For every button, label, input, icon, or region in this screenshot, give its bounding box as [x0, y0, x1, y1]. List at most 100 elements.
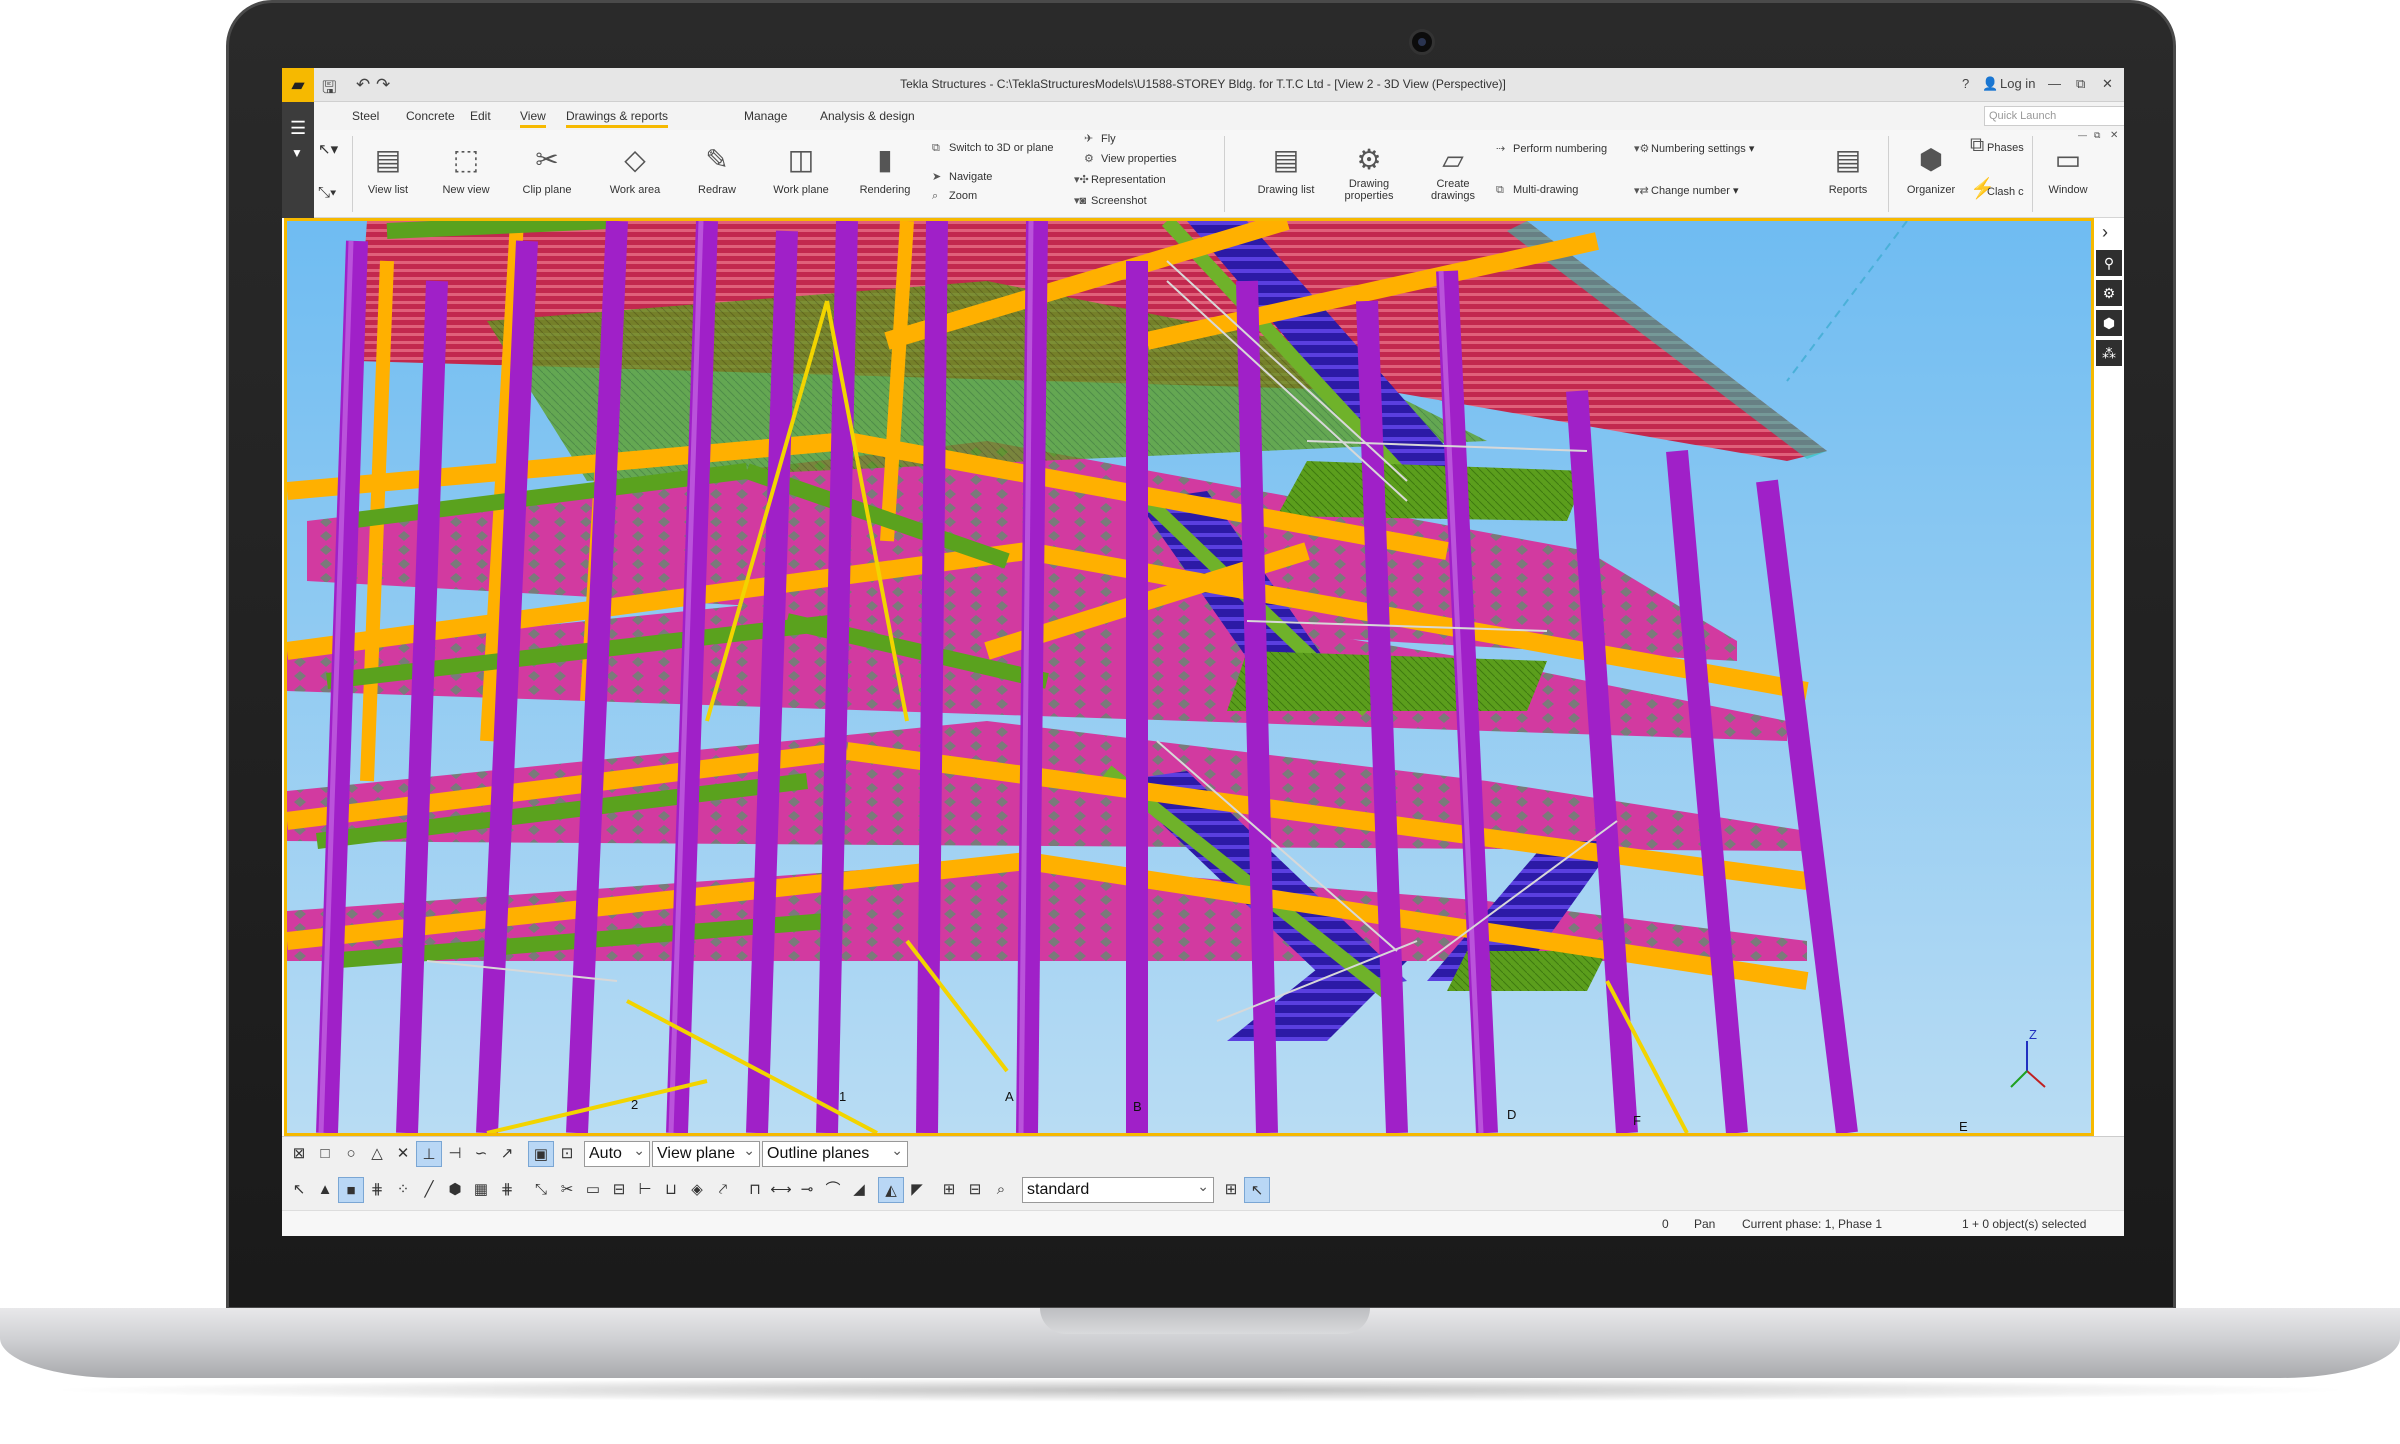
tab-concrete[interactable]: Concrete [406, 109, 455, 123]
snap-ref-lines-icon[interactable]: ⊓ [742, 1177, 768, 1203]
perform-numbering-button[interactable]: ⇢ Perform numbering [1496, 142, 1607, 155]
cube-icon[interactable]: ⬢ [2096, 310, 2122, 336]
clash-check-button[interactable]: ⚡Clash c [1970, 176, 2024, 201]
snap-line-icon[interactable]: ↗ [494, 1141, 520, 1167]
work-plane-button[interactable]: ◫ Work plane [764, 130, 838, 218]
navigate-button[interactable]: ➤ Navigate [932, 170, 992, 183]
select-solids-icon[interactable]: ⬢ [442, 1177, 468, 1203]
view-properties-button[interactable]: ⚙ View properties [1084, 152, 1177, 165]
view-close-button[interactable]: ✕ [2110, 130, 2118, 141]
select-reference-icon[interactable]: ⊢ [632, 1177, 658, 1203]
close-button[interactable]: ✕ [2102, 76, 2113, 92]
zoom-select-icon[interactable]: ⌕ [988, 1177, 1014, 1203]
select-rebar-icon[interactable]: ⤤ [710, 1177, 736, 1203]
redraw-button[interactable]: ✎ Redraw [686, 130, 748, 218]
tab-view[interactable]: View [520, 109, 546, 128]
tab-manage[interactable]: Manage [744, 109, 787, 123]
organizer-button[interactable]: ⬢ Organizer [1896, 130, 1966, 218]
select-bolts-icon[interactable]: ⊟ [606, 1177, 632, 1203]
tab-steel[interactable]: Steel [352, 109, 379, 123]
snap-plane-icon[interactable]: ▣ [528, 1141, 554, 1167]
view-list-button[interactable]: ▤ View list [356, 130, 420, 218]
select-assembly-icon[interactable]: ⋕ [364, 1177, 390, 1203]
outline-planes-select[interactable]: Outline planes [762, 1140, 908, 1167]
plane-type-select[interactable]: View plane [652, 1140, 760, 1167]
select-lines-icon[interactable]: ╱ [416, 1177, 442, 1203]
drawing-list-button[interactable]: ▤ Drawing list [1250, 130, 1322, 218]
circle-icon[interactable]: ○ [338, 1141, 364, 1167]
create-drawings-button[interactable]: ▱ Create drawings [1420, 130, 1486, 218]
phases-button[interactable]: ⧉ Phases [1970, 134, 2024, 157]
select-grid-icon[interactable]: ▦ [468, 1177, 494, 1203]
snap-midpoint-icon[interactable]: ⟷ [768, 1177, 794, 1203]
title-bar: ▰ 🖫 ↶ ↷ Tekla Structures - C:\TeklaStruc… [282, 68, 2124, 102]
view-restore-button[interactable]: ⧉ [2094, 130, 2100, 141]
snap-box-icon[interactable]: ⊡ [554, 1141, 580, 1167]
select-switch-icon[interactable]: ↖ [1244, 1177, 1270, 1203]
switch-3d-button[interactable]: ⧉ Switch to 3D or plane [932, 142, 1054, 155]
representation-button[interactable]: ▾✣ Representation [1074, 173, 1166, 186]
minimize-button[interactable]: — [2048, 76, 2061, 91]
selection-filter-select[interactable]: standard [1022, 1176, 1214, 1203]
drawing-properties-button[interactable]: ⚙ Drawing properties [1336, 130, 1402, 218]
tab-drawings-reports[interactable]: Drawings & reports [566, 109, 669, 128]
fly-button[interactable]: ✈ Fly [1084, 132, 1116, 145]
restore-button[interactable]: ⧉ [2076, 76, 2085, 92]
expand-panel-chevron-icon[interactable]: › [2102, 222, 2108, 243]
cross-icon[interactable]: ✕ [390, 1141, 416, 1167]
snap-arc-icon[interactable]: ⌒ [820, 1177, 846, 1203]
snap-icon[interactable]: ⤡▾ [318, 184, 336, 201]
tab-edit[interactable]: Edit [470, 109, 491, 123]
select-welds-icon[interactable]: ⤡ [528, 1177, 554, 1203]
zoom-button[interactable]: ⌕ Zoom [932, 190, 977, 203]
numbering-settings-button[interactable]: ▾⚙ Numbering settings ▾ [1634, 142, 1754, 155]
select-cuts-icon[interactable]: ✂ [554, 1177, 580, 1203]
select-in-components-icon[interactable]: ⊞ [936, 1177, 962, 1203]
select-surface-icon[interactable]: ⊔ [658, 1177, 684, 1203]
snap-geometry-icon[interactable]: ◭ [878, 1177, 904, 1203]
snap-depth-select[interactable]: Auto [584, 1140, 650, 1167]
tab-analysis-design[interactable]: Analysis & design [820, 109, 915, 123]
select-arrow-icon[interactable]: ↖▾ [318, 140, 338, 158]
work-area-button[interactable]: ◇ Work area [598, 130, 672, 218]
user-icon[interactable]: 👤 [1982, 76, 1998, 92]
gear-icon[interactable]: ⚙ [2096, 280, 2122, 306]
help-button[interactable]: ? [1962, 76, 1969, 91]
clip-plane-button[interactable]: ✂ Clip plane [514, 130, 580, 218]
window-icon: ▭ [2054, 144, 2082, 175]
chevron-down-icon[interactable]: ▼ [291, 146, 303, 160]
snap-extension-icon[interactable]: ◢ [846, 1177, 872, 1203]
model-viewport-3d[interactable]: 2 1 A B D F E Z [284, 218, 2094, 1136]
snap-center-icon[interactable]: ⊸ [794, 1177, 820, 1203]
new-view-button[interactable]: ⬚ New view [434, 130, 498, 218]
multi-drawing-button[interactable]: ⧉ Multi-drawing [1496, 184, 1578, 197]
filter-settings-icon[interactable]: ⊞ [1218, 1177, 1244, 1203]
select-objects-icon[interactable]: ■ [338, 1177, 364, 1203]
snap-curve-icon[interactable]: ∽ [468, 1141, 494, 1167]
select-in-assembly-icon[interactable]: ⊟ [962, 1177, 988, 1203]
quick-launch-input[interactable]: Quick Launch [1984, 106, 2124, 126]
window-button[interactable]: ▭ Window [2038, 130, 2098, 218]
select-all-icon[interactable]: ⊠ [286, 1141, 312, 1167]
hamburger-menu-icon[interactable]: ☰ [290, 118, 306, 139]
snap-perpendicular-icon[interactable]: ⊣ [442, 1141, 468, 1167]
select-parts-icon[interactable]: ▲ [312, 1177, 338, 1203]
login-button[interactable]: Log in [2000, 76, 2035, 91]
select-layers-icon[interactable]: ◈ [684, 1177, 710, 1203]
change-number-button[interactable]: ▾⇄ Change number ▾ [1634, 184, 1738, 197]
select-views-icon[interactable]: ▭ [580, 1177, 606, 1203]
rectangle-icon[interactable]: □ [312, 1141, 338, 1167]
reports-button[interactable]: ▤ Reports [1820, 130, 1876, 218]
screenshot-button[interactable]: ▾◙ Screenshot [1074, 194, 1147, 207]
snap-any-icon[interactable]: ◤ [904, 1177, 930, 1203]
link-icon[interactable]: ⚲ [2096, 250, 2122, 276]
rendering-button[interactable]: ▮ Rendering [852, 130, 918, 218]
change-number-icon: ▾⇄ [1634, 185, 1649, 197]
pointer-icon[interactable]: ↖ [286, 1177, 312, 1203]
snap-end-icon[interactable]: ⊥ [416, 1141, 442, 1167]
triangle-icon[interactable]: △ [364, 1141, 390, 1167]
components-icon[interactable]: ⁂ [2096, 340, 2122, 366]
select-points-icon[interactable]: ⁘ [390, 1177, 416, 1203]
view-minimize-button[interactable]: — [2078, 130, 2087, 140]
select-gridlines-icon[interactable]: ⋕ [494, 1177, 520, 1203]
